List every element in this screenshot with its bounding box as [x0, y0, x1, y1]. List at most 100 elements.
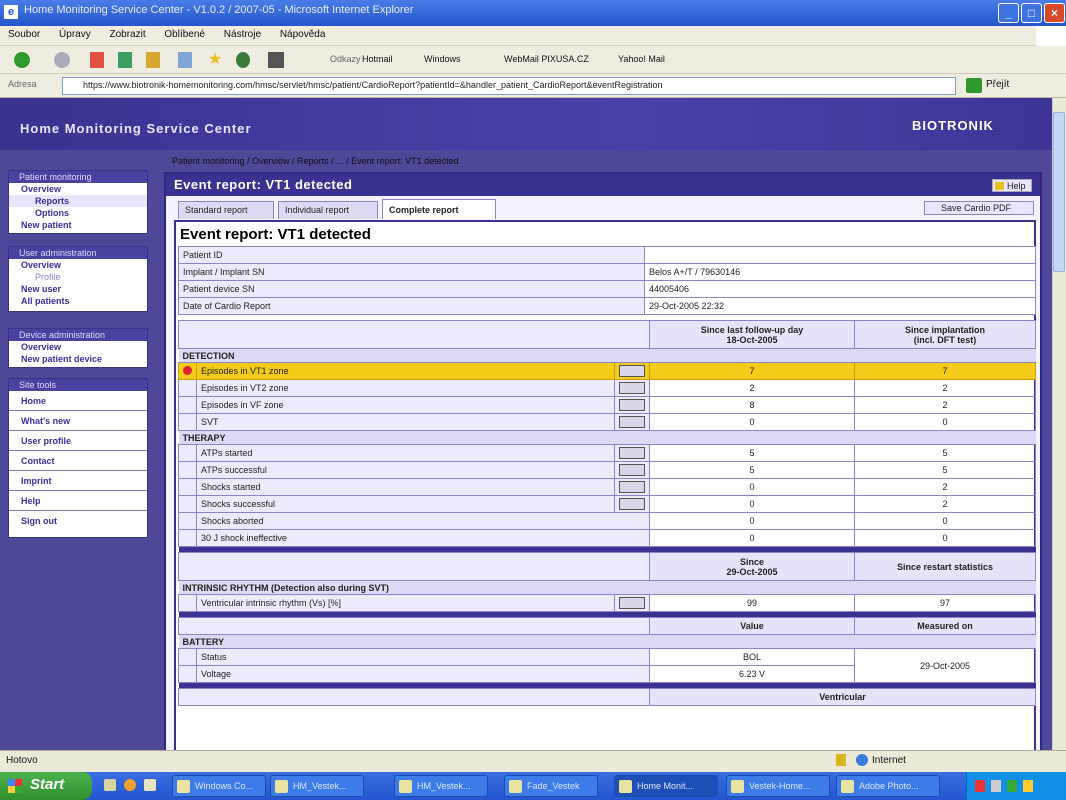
- link-webmail[interactable]: WebMail PIXUSA.CZ: [504, 54, 589, 64]
- section-row: BATTERY: [178, 634, 1036, 649]
- nav-whats-new[interactable]: What's new: [9, 411, 147, 431]
- row-label: ATPs started: [196, 444, 615, 462]
- toolbar: ★ Odkazy Hotmail Windows WebMail PIXUSA.…: [0, 46, 1066, 74]
- url-input[interactable]: https://www.biotronik-homemonitoring.com…: [62, 77, 956, 95]
- home-icon[interactable]: [146, 52, 160, 68]
- nav-device-overview[interactable]: Overview: [9, 341, 147, 353]
- nav-home[interactable]: Home: [9, 391, 147, 411]
- tray-icon[interactable]: [991, 780, 1001, 792]
- print-icon[interactable]: [268, 52, 284, 68]
- globe-icon: [856, 754, 868, 766]
- nav-reports[interactable]: Reports: [9, 195, 147, 207]
- trend-chart-icon[interactable]: [619, 382, 645, 394]
- trend-chart-icon[interactable]: [619, 416, 645, 428]
- value-since-implant: 2: [854, 396, 1036, 414]
- scrollbar-thumb[interactable]: [1053, 112, 1065, 272]
- trend-chart-icon[interactable]: [619, 399, 645, 411]
- nav-new-patient[interactable]: New patient: [9, 219, 147, 231]
- row-label: SVT: [196, 413, 615, 431]
- back-icon[interactable]: [14, 52, 30, 68]
- favorites-icon[interactable]: ★: [208, 52, 222, 68]
- menu-edit[interactable]: Úpravy: [51, 26, 99, 43]
- help-button[interactable]: Help: [992, 179, 1032, 192]
- task-button[interactable]: Adobe Photo...: [836, 775, 940, 797]
- trend-chart-icon[interactable]: [619, 481, 645, 493]
- menu-view[interactable]: Zobrazit: [102, 26, 154, 43]
- tab-complete-report[interactable]: Complete report: [382, 199, 496, 219]
- page-viewport: Home Monitoring Service Center BIOTRONIK…: [0, 98, 1052, 750]
- site-header: Home Monitoring Service Center BIOTRONIK: [0, 98, 1052, 150]
- minimize-button[interactable]: _: [998, 3, 1019, 23]
- row-label: Episodes in VT2 zone: [196, 379, 615, 397]
- status-text: Hotovo: [6, 755, 38, 766]
- value-since-restart: 97: [854, 594, 1036, 612]
- address-bar: Adresa https://www.biotronik-homemonitor…: [0, 74, 1066, 98]
- search-icon[interactable]: [178, 52, 192, 68]
- trend-chart-icon[interactable]: [619, 447, 645, 459]
- lock-icon: [836, 754, 846, 766]
- trend-chart-icon[interactable]: [619, 365, 645, 377]
- link-yahoo[interactable]: Yahoo! Mail: [618, 54, 665, 64]
- menu-file[interactable]: Soubor: [0, 26, 48, 43]
- task-button[interactable]: HM_Vestek...: [270, 775, 364, 797]
- nav-contact[interactable]: Contact: [9, 451, 147, 471]
- table-row: Shocks aborted 0 0: [178, 512, 1036, 530]
- table-row: 30 J shock ineffective 0 0: [178, 529, 1036, 547]
- info-value: 44005406: [644, 280, 1036, 298]
- go-button[interactable]: Přejít: [964, 77, 1010, 95]
- section-row: DETECTION: [178, 348, 1036, 363]
- table-header-row: Ventricular: [178, 688, 1036, 706]
- address-label: Adresa: [8, 79, 37, 89]
- forward-icon[interactable]: [54, 52, 70, 68]
- section-row: THERAPY: [178, 430, 1036, 445]
- row-label: Shocks aborted: [196, 512, 650, 530]
- close-button[interactable]: ×: [1044, 3, 1065, 23]
- task-button[interactable]: Windows Co...: [172, 775, 266, 797]
- nav-user-overview[interactable]: Overview: [9, 259, 147, 271]
- trend-chart-icon[interactable]: [619, 597, 645, 609]
- nav-sign-out[interactable]: Sign out: [9, 511, 147, 531]
- trend-chart-icon[interactable]: [619, 498, 645, 510]
- nav-new-user[interactable]: New user: [9, 283, 147, 295]
- patient-info-table: Patient ID Implant / Implant SN Belos A+/…: [178, 246, 1036, 315]
- link-hotmail[interactable]: Hotmail: [362, 54, 393, 64]
- value-since-followup: 0: [649, 478, 855, 496]
- nav-new-patient-device[interactable]: New patient device: [9, 353, 147, 365]
- maximize-button[interactable]: □: [1021, 3, 1042, 23]
- start-button[interactable]: Start: [0, 772, 92, 800]
- table-row[interactable]: Episodes in VT1 zone 7 7: [178, 362, 1036, 380]
- tab-standard-report[interactable]: Standard report: [178, 201, 274, 219]
- nav-imprint[interactable]: Imprint: [9, 471, 147, 491]
- table-row: Implant / Implant SN Belos A+/T / 7963014…: [178, 263, 1036, 281]
- task-button[interactable]: HM_Vestek...: [394, 775, 488, 797]
- quicklaunch-icon[interactable]: [104, 779, 116, 791]
- link-windows[interactable]: Windows: [424, 54, 461, 64]
- quicklaunch-icon[interactable]: [144, 779, 156, 791]
- nav-all-patients[interactable]: All patients: [9, 295, 147, 307]
- nav-heading: Patient monitoring: [9, 171, 147, 183]
- tray-icon[interactable]: [1023, 780, 1033, 792]
- task-button[interactable]: Fade_Vestek: [504, 775, 598, 797]
- system-tray: [966, 772, 1066, 800]
- refresh-icon[interactable]: [118, 52, 132, 68]
- trend-chart-icon[interactable]: [619, 464, 645, 476]
- menu-favorites[interactable]: Oblíbené: [156, 26, 213, 43]
- nav-help[interactable]: Help: [9, 491, 147, 511]
- row-label: Episodes in VF zone: [196, 396, 615, 414]
- tab-individual-report[interactable]: Individual report: [278, 201, 378, 219]
- task-button-active[interactable]: Home Monit...: [614, 775, 718, 797]
- quicklaunch-icon[interactable]: [124, 779, 136, 791]
- menu-tools[interactable]: Nástroje: [216, 26, 269, 43]
- save-pdf-button[interactable]: Save Cardio PDF: [924, 201, 1034, 215]
- task-button[interactable]: Vestek-Home...: [726, 775, 830, 797]
- nav-overview[interactable]: Overview: [9, 183, 147, 195]
- tray-icon[interactable]: [975, 780, 985, 792]
- tray-icon[interactable]: [1007, 780, 1017, 792]
- stop-icon[interactable]: [90, 52, 104, 68]
- nav-user-profile[interactable]: User profile: [9, 431, 147, 451]
- report-heading: Event report: VT1 detected: [180, 226, 371, 243]
- nav-options[interactable]: Options: [9, 207, 147, 219]
- nav-profile[interactable]: Profile: [9, 271, 147, 283]
- media-icon[interactable]: [236, 52, 250, 68]
- menu-help[interactable]: Nápověda: [272, 26, 334, 43]
